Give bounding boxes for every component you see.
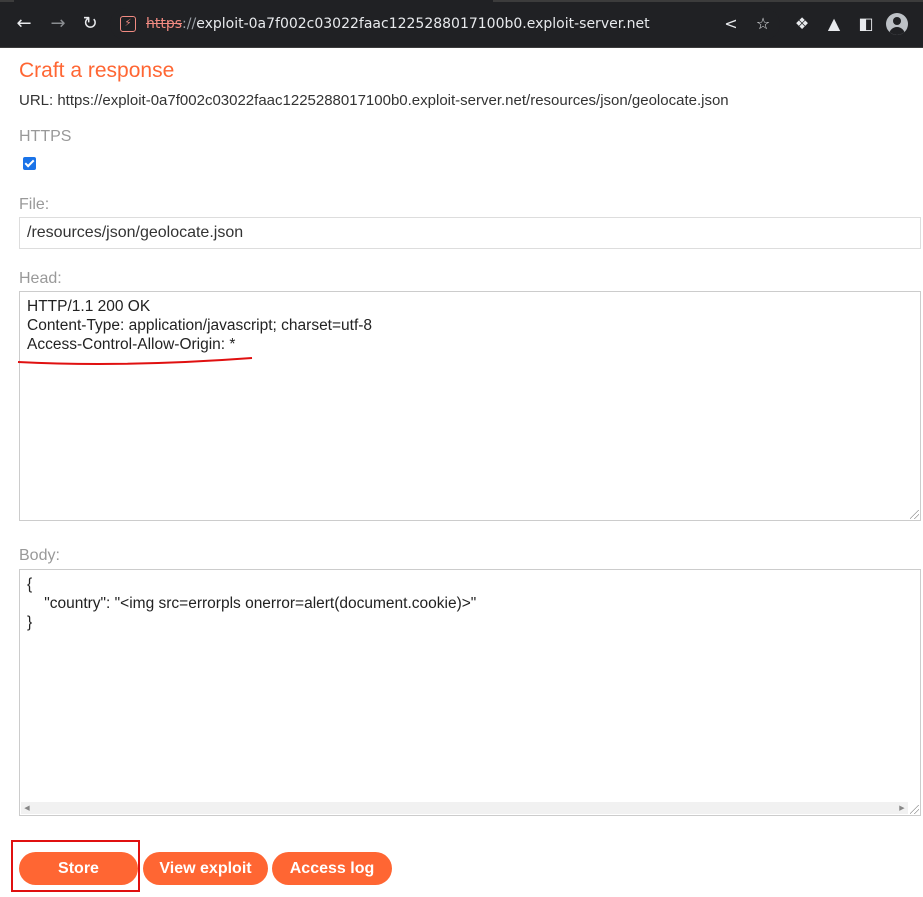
address-bar[interactable]: ⚡ https://exploit-0a7f002c03022faac12252… xyxy=(110,8,780,40)
reload-icon[interactable]: ↻ xyxy=(78,12,102,36)
profile-avatar-icon[interactable] xyxy=(886,13,908,35)
exploit-url: URL: https://exploit-0a7f002c03022faac12… xyxy=(19,92,729,109)
extensions-icon[interactable]: ❖ xyxy=(791,13,813,35)
tab-edge xyxy=(0,0,14,2)
scroll-left-icon[interactable]: ◀ xyxy=(21,802,33,814)
head-line: Access-Control-Allow-Origin: * xyxy=(27,336,236,353)
head-line: HTTP/1.1 200 OK xyxy=(27,298,151,315)
url-host: exploit-0a7f002c03022faac1225288017100b0… xyxy=(196,16,650,32)
view-exploit-button[interactable]: View exploit xyxy=(143,852,268,885)
file-input[interactable]: /resources/json/geolocate.json xyxy=(19,217,921,249)
file-label: File: xyxy=(19,196,50,213)
https-checkbox[interactable] xyxy=(23,157,36,170)
body-textarea[interactable]: { "country": "<img src=errorpls onerror=… xyxy=(19,569,921,816)
access-log-button[interactable]: Access log xyxy=(272,852,392,885)
page-title: Craft a response xyxy=(19,59,175,82)
head-textarea[interactable]: HTTP/1.1 200 OK Content-Type: applicatio… xyxy=(19,291,921,521)
store-button[interactable]: Store xyxy=(19,852,138,885)
head-label: Head: xyxy=(19,270,62,287)
resize-grip-icon[interactable] xyxy=(910,805,919,814)
head-line: Content-Type: application/javascript; ch… xyxy=(27,317,373,334)
body-line: } xyxy=(27,614,33,631)
horizontal-scrollbar[interactable]: ◀ ▶ xyxy=(21,802,908,814)
tab-edge xyxy=(493,0,923,2)
share-icon[interactable]: < xyxy=(720,13,742,35)
https-label: HTTPS xyxy=(19,128,72,145)
address-bar-url[interactable]: https://exploit-0a7f002c03022faac1225288… xyxy=(146,16,650,32)
back-arrow-icon[interactable]: ← xyxy=(12,12,36,36)
browser-toolbar: ← → ↻ ⚡ https://exploit-0a7f002c03022faa… xyxy=(0,0,923,48)
resize-grip-icon[interactable] xyxy=(910,510,919,519)
url-scheme-separator: :// xyxy=(182,16,197,32)
forward-arrow-icon[interactable]: → xyxy=(46,12,70,36)
annotation-underline xyxy=(17,357,253,365)
body-label: Body: xyxy=(19,547,60,564)
body-line: "country": "<img src=errorpls onerror=al… xyxy=(27,595,477,612)
url-scheme: https xyxy=(146,16,183,32)
side-panel-icon[interactable]: ◧ xyxy=(855,13,877,35)
scroll-right-icon[interactable]: ▶ xyxy=(896,802,908,814)
labs-flask-icon[interactable]: ▲ xyxy=(823,13,845,35)
body-line: { xyxy=(27,576,33,593)
not-secure-icon[interactable]: ⚡ xyxy=(120,16,136,32)
star-icon[interactable]: ☆ xyxy=(752,13,774,35)
